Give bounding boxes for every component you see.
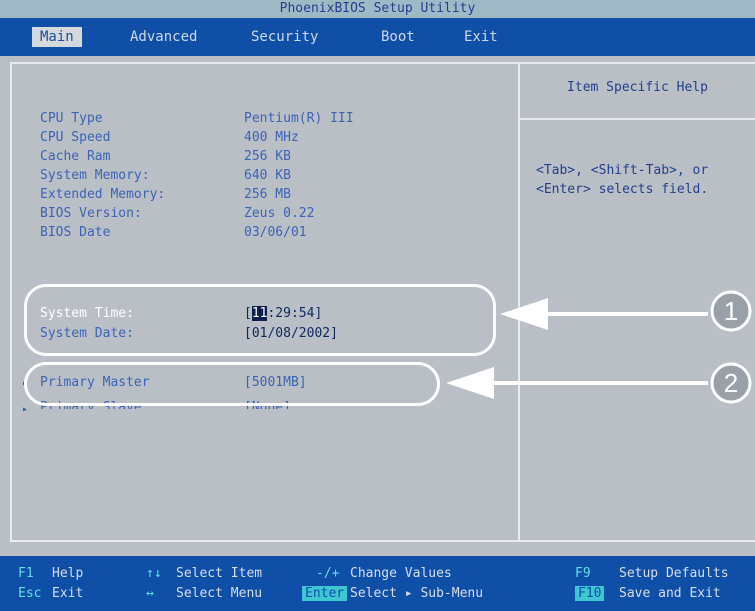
key-enter-desc: Select ▸ Sub-Menu [350,586,484,601]
bios-version-label: BIOS Version: [40,206,142,221]
key-updown-desc: Select Item [176,566,263,581]
cpu-speed-value: 400 MHz [244,130,299,145]
bios-date-value: 03/06/01 [244,225,307,240]
title-bar: PhoenixBIOS Setup Utility [0,0,755,18]
key-f10-desc: Save and Exit [619,586,721,601]
key-f9: F9 [575,566,591,581]
bios-screen: PhoenixBIOS Setup Utility Main Advanced … [0,0,755,611]
help-title: Item Specific Help [567,80,708,95]
panel-divider [518,62,520,542]
key-f10: F10 [575,586,605,601]
menu-security[interactable]: Security [243,27,326,47]
key-updown: ↑↓ [146,566,162,581]
extended-memory-label: Extended Memory: [40,187,166,202]
key-enter: Enter [302,586,348,601]
status-bar: F1 Help ↑↓ Select Item -/+ Change Values… [0,556,755,611]
system-memory-label: System Memory: [40,168,150,183]
cpu-type-value: Pentium(R) III [244,111,354,126]
menu-exit[interactable]: Exit [456,27,506,47]
cache-ram-value: 256 KB [244,149,291,164]
help-header-divider [520,118,755,120]
help-line-1: <Tab>, <Shift-Tab>, or [536,163,709,178]
menu-main[interactable]: Main [32,27,82,47]
cpu-type-label: CPU Type [40,111,103,126]
help-line-2: <Enter> selects field. [536,182,709,197]
key-esc: Esc [18,586,42,601]
cpu-speed-label: CPU Speed [40,130,111,145]
system-memory-value: 640 KB [244,168,291,183]
key-leftright: ↔ [146,586,154,601]
submenu-arrow-icon: ▸ [22,404,29,415]
key-f1: F1 [18,566,34,581]
menu-boot[interactable]: Boot [373,27,423,47]
key-plusminus: -/+ [316,566,340,581]
menu-advanced[interactable]: Advanced [122,27,205,47]
key-f9-desc: Setup Defaults [619,566,729,581]
key-f1-desc: Help [52,566,84,581]
key-esc-desc: Exit [52,586,84,601]
bios-version-value: Zeus 0.22 [244,206,315,221]
menu-bar: Main Advanced Security Boot Exit [0,18,755,56]
callout-frame-2 [24,362,440,406]
cache-ram-label: Cache Ram [40,149,111,164]
extended-memory-value: 256 MB [244,187,291,202]
callout-frame-1 [24,284,496,356]
key-leftright-desc: Select Menu [176,586,263,601]
key-enter-label: Enter [302,586,348,601]
key-f10-label: F10 [575,586,605,601]
key-plusminus-desc: Change Values [350,566,452,581]
bios-date-label: BIOS Date [40,225,111,240]
